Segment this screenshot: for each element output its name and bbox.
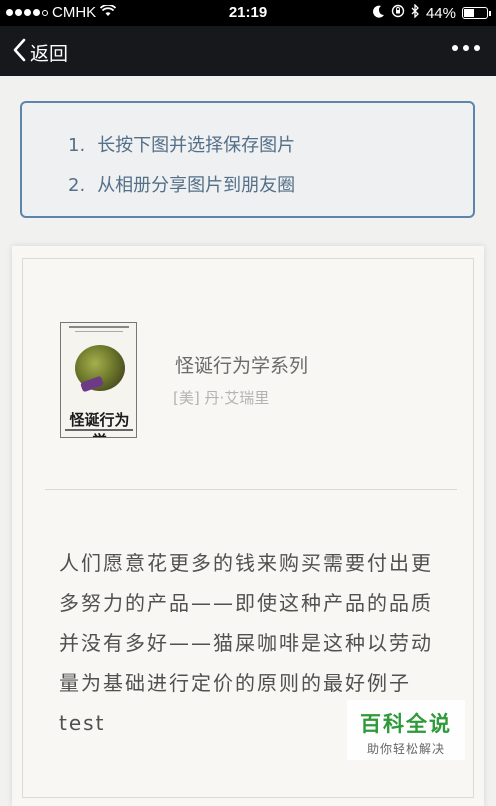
instruction-text: 长按下图并选择保存图片 (97, 135, 296, 156)
book-author: [美] 丹·艾瑞里 (173, 389, 270, 407)
quote-line: 并没有多好——猫屎咖啡是这种以劳动 (59, 631, 433, 655)
navigation-bar: 返回 (0, 26, 496, 76)
instruction-number: 2. (68, 175, 86, 196)
status-bar: CMHK 21:19 44% (0, 0, 496, 26)
battery-icon (462, 7, 491, 19)
book-title: 怪诞行为学系列 (175, 355, 309, 377)
watermark-title: 百科全说 (360, 712, 452, 736)
watermark-subtitle: 助你轻松解决 (366, 742, 445, 756)
quote-line: 人们愿意花更多的钱来购买需要付出更 (59, 551, 433, 575)
chevron-left-icon (12, 38, 26, 67)
status-right: 44% (372, 3, 491, 22)
quote-line: 多努力的产品——即使这种产品的品质 (59, 591, 433, 615)
watermark-logo: 百科全说 助你轻松解决 (347, 700, 465, 760)
instruction-text: 从相册分享图片到朋友圈 (97, 175, 296, 196)
instruction-item-1: 1. 长按下图并选择保存图片 (68, 131, 295, 157)
back-button[interactable]: 返回 (12, 38, 68, 67)
instruction-box: 1. 长按下图并选择保存图片 2. 从相册分享图片到朋友圈 (20, 101, 475, 218)
cover-title: 怪诞行为学 (69, 411, 130, 437)
orientation-lock-icon (391, 4, 405, 22)
instruction-number: 1. (68, 135, 86, 156)
battery-percent: 44% (425, 4, 456, 22)
more-options-icon[interactable] (452, 45, 480, 51)
bluetooth-icon (411, 3, 420, 22)
back-label: 返回 (30, 43, 69, 65)
divider (45, 489, 457, 490)
moon-icon (372, 5, 385, 22)
instruction-item-2: 2. 从相册分享图片到朋友圈 (68, 171, 295, 197)
book-cover-image: 怪诞行为学 (60, 322, 137, 438)
quote-line: 量为基础进行定价的原则的最好例子 (59, 671, 411, 695)
